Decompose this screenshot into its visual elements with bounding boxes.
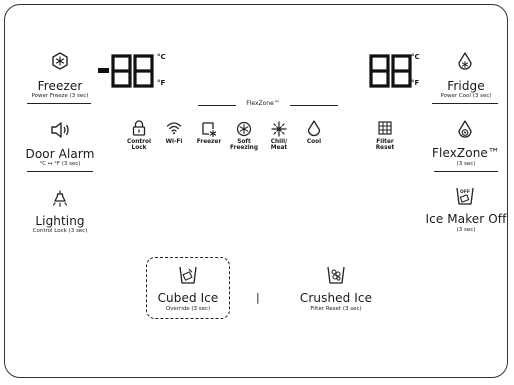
ice-maker-off-icon[interactable]: OFF [455,186,475,206]
indicator-label-chill-meat: Chill/Meat [270,139,288,152]
control-panel [4,4,508,378]
indicator-label-filter-reset: Filter Reset [375,139,395,152]
speaker-icon[interactable] [50,122,70,138]
freezer-underline [27,103,91,104]
indicator-label-control-lock: Control Lock [127,139,151,152]
flexzone-button-sublabel: (3 sec) [456,161,476,167]
fridge-unit-f: °F [411,79,420,87]
separator-bar: | [256,291,260,304]
snowflake-icon[interactable] [51,52,69,70]
light-bulb-icon[interactable] [51,190,69,208]
wifi-icon [166,122,182,135]
ice-maker-off-icon-text: OFF [460,189,470,195]
cool-drop-icon [307,120,321,137]
water-drop-gear-icon[interactable] [456,120,474,140]
crushed-ice-cup-icon[interactable] [326,265,346,285]
door-alarm-button-label[interactable]: Door Alarm [20,147,100,161]
indicator-label-soft-freezing: Soft Freezing [230,139,258,152]
door-alarm-underline [27,171,93,172]
flexzone-header-line-left [198,105,236,106]
lighting-button-label[interactable]: Lighting [22,214,98,228]
cubed-ice-sublabel: Override (3 sec) [165,306,211,312]
lock-icon [132,120,146,136]
flexzone-button-label[interactable]: FlexZone™ [424,146,508,160]
crushed-ice-button-label[interactable]: Crushed Ice [294,291,378,305]
fridge-unit-c: °C [411,53,420,61]
lighting-sublabel: Control Lock (3 sec) [32,228,88,234]
freezer-zone-icon [202,122,217,137]
freezer-unit-c: °C [157,53,166,61]
soft-freezing-icon [236,121,252,137]
door-alarm-sublabel: °C ↔ °F (3 sec) [39,161,81,167]
fridge-sublabel: Power Cool (3 sec) [440,93,492,99]
freezer-button-label[interactable]: Freezer [22,79,98,93]
ice-maker-off-sublabel: (3 sec) [456,227,476,233]
chill-meat-icon [271,121,287,137]
freezer-unit-f: °F [157,79,166,87]
cubed-ice-cup-icon[interactable] [178,265,198,285]
ice-maker-off-button-label[interactable]: Ice Maker Off [420,212,512,226]
indicator-label-wifi: Wi-Fi [165,139,183,145]
flexzone-header-line-right [290,105,338,106]
flexzone-header: FlexZone™ [246,100,280,107]
freezer-sublabel: Power Freeze (3 sec) [31,93,89,99]
indicator-label-freezer: Freezer [196,139,222,145]
flexzone-button-underline [434,171,498,172]
fridge-button-label[interactable]: Fridge [428,79,504,93]
filter-grid-icon [378,121,392,135]
crushed-ice-sublabel: Filter Reset (3 sec) [310,306,362,312]
fridge-underline [432,103,498,104]
water-drop-snowflake-icon[interactable] [457,52,473,72]
indicator-label-cool: Cool [306,139,322,145]
cubed-ice-button-label[interactable]: Cubed Ice [148,291,228,305]
